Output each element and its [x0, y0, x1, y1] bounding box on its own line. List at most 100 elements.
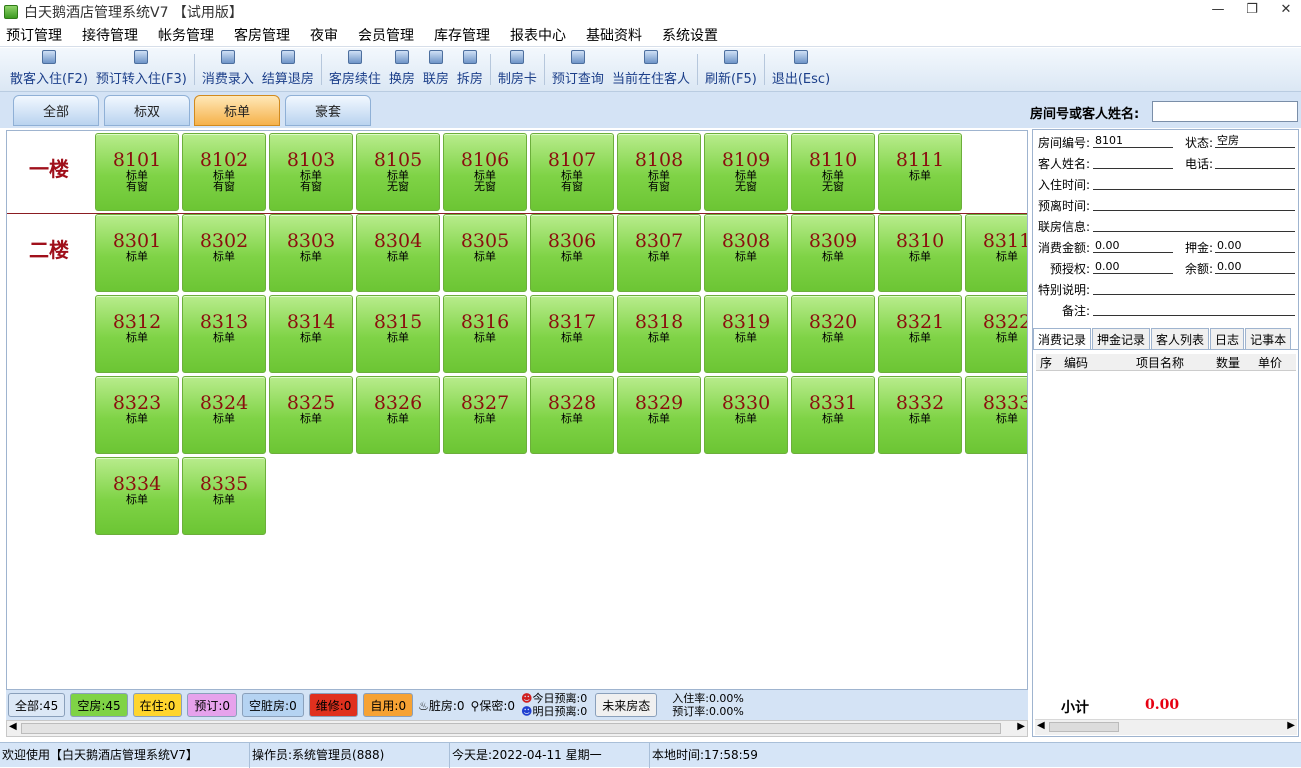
- room-tile[interactable]: 8103 标单 有窗: [269, 133, 353, 211]
- tab-log[interactable]: 日志: [1210, 328, 1245, 349]
- menu-item-reception[interactable]: 接待管理: [80, 25, 140, 45]
- room-tile[interactable]: 8335 标单: [182, 457, 266, 535]
- room-tile[interactable]: 8301 标单: [95, 214, 179, 292]
- count-all-button[interactable]: 全部:45: [8, 693, 66, 717]
- checkout-button[interactable]: 结算退房: [258, 48, 318, 91]
- menu-item-basic-data[interactable]: 基础资料: [584, 25, 644, 45]
- room-tile[interactable]: 8303 标单: [269, 214, 353, 292]
- room-tile[interactable]: 8108 标单 有窗: [617, 133, 701, 211]
- tab-deluxe-suite[interactable]: 豪套: [285, 95, 371, 126]
- future-status-button[interactable]: 未来房态: [595, 693, 658, 717]
- room-tile[interactable]: 8302 标单: [182, 214, 266, 292]
- records-horizontal-scrollbar[interactable]: ◀ ▶: [1035, 719, 1297, 735]
- scroll-right-icon[interactable]: ▶: [1017, 721, 1025, 732]
- menu-item-settings[interactable]: 系统设置: [660, 25, 720, 45]
- room-tile[interactable]: 8322 标单: [965, 295, 1027, 373]
- tab-standard-double[interactable]: 标双: [104, 95, 190, 126]
- room-tile[interactable]: 8306 标单: [530, 214, 614, 292]
- booking-to-checkin-button[interactable]: 预订转入住(F3): [92, 48, 191, 91]
- room-tile[interactable]: 8307 标单: [617, 214, 701, 292]
- room-tile[interactable]: 8309 标单: [791, 214, 875, 292]
- tab-consumption-records[interactable]: 消费记录: [1033, 328, 1092, 349]
- room-tile[interactable]: 8326 标单: [356, 376, 440, 454]
- booking-query-button[interactable]: 预订查询: [548, 48, 608, 91]
- menu-item-reports[interactable]: 报表中心: [508, 25, 568, 45]
- room-tile[interactable]: 8312 标单: [95, 295, 179, 373]
- column-header[interactable]: 编码: [1058, 354, 1116, 370]
- scrollbar-thumb[interactable]: [21, 723, 1001, 734]
- room-tile[interactable]: 8106 标单 无窗: [443, 133, 527, 211]
- room-tile[interactable]: 8324 标单: [182, 376, 266, 454]
- count-maintenance-button[interactable]: 维修:0: [308, 693, 359, 717]
- room-tile[interactable]: 8319 标单: [704, 295, 788, 373]
- column-header[interactable]: 项目名称: [1116, 354, 1216, 370]
- room-tile[interactable]: 8317 标单: [530, 295, 614, 373]
- room-tile[interactable]: 8313 标单: [182, 295, 266, 373]
- room-tile[interactable]: 8107 标单 有窗: [530, 133, 614, 211]
- count-vacant-dirty-button[interactable]: 空脏房:0: [242, 693, 304, 717]
- room-tile[interactable]: 8334 标单: [95, 457, 179, 535]
- minimize-icon[interactable]: —: [1209, 2, 1227, 17]
- room-tile[interactable]: 8316 标单: [443, 295, 527, 373]
- room-tile[interactable]: 8105 标单 无窗: [356, 133, 440, 211]
- current-guests-button[interactable]: 当前在住客人: [608, 48, 694, 91]
- room-tile[interactable]: 8328 标单: [530, 376, 614, 454]
- change-room-button[interactable]: 换房: [385, 48, 419, 91]
- count-self-use-button[interactable]: 自用:0: [363, 693, 414, 717]
- room-tile[interactable]: 8321 标单: [878, 295, 962, 373]
- board-horizontal-scrollbar[interactable]: ◀ ▶: [6, 720, 1028, 737]
- tab-all[interactable]: 全部: [13, 95, 99, 126]
- scroll-left-icon[interactable]: ◀: [1037, 720, 1045, 731]
- room-tile[interactable]: 8325 标单: [269, 376, 353, 454]
- room-tile[interactable]: 8305 标单: [443, 214, 527, 292]
- tab-notepad[interactable]: 记事本: [1245, 328, 1292, 349]
- room-tile[interactable]: 8332 标单: [878, 376, 962, 454]
- count-reserved-button[interactable]: 预订:0: [187, 693, 238, 717]
- room-tile[interactable]: 8320 标单: [791, 295, 875, 373]
- room-tile[interactable]: 8111 标单: [878, 133, 962, 211]
- exit-button[interactable]: 退出(Esc): [768, 48, 834, 91]
- count-occupied-button[interactable]: 在住:0: [132, 693, 183, 717]
- close-icon[interactable]: ✕: [1277, 2, 1295, 17]
- tab-standard-single[interactable]: 标单: [194, 95, 280, 126]
- menu-item-accounts[interactable]: 帐务管理: [156, 25, 216, 45]
- room-tile[interactable]: 8329 标单: [617, 376, 701, 454]
- count-vacant-button[interactable]: 空房:45: [70, 693, 128, 717]
- scroll-left-icon[interactable]: ◀: [9, 721, 17, 732]
- menu-item-members[interactable]: 会员管理: [356, 25, 416, 45]
- tab-guest-list[interactable]: 客人列表: [1151, 328, 1210, 349]
- column-header[interactable]: 序: [1036, 354, 1058, 370]
- room-tile[interactable]: 8308 标单: [704, 214, 788, 292]
- room-tile[interactable]: 8109 标单 无窗: [704, 133, 788, 211]
- split-room-button[interactable]: 拆房: [453, 48, 487, 91]
- room-tile[interactable]: 8101 标单 有窗: [95, 133, 179, 211]
- menu-item-inventory[interactable]: 库存管理: [432, 25, 492, 45]
- room-tile[interactable]: 8102 标单 有窗: [182, 133, 266, 211]
- extend-stay-button[interactable]: 客房续住: [325, 48, 385, 91]
- menu-item-rooms[interactable]: 客房管理: [232, 25, 292, 45]
- column-header[interactable]: 单价: [1258, 354, 1296, 370]
- make-room-card-button[interactable]: 制房卡: [494, 48, 541, 91]
- refresh-button[interactable]: 刷新(F5): [701, 48, 761, 91]
- column-header[interactable]: 数量: [1216, 354, 1258, 370]
- scroll-right-icon[interactable]: ▶: [1287, 720, 1295, 731]
- menu-item-night-audit[interactable]: 夜审: [308, 25, 340, 45]
- scrollbar-thumb[interactable]: [1049, 722, 1119, 732]
- restore-icon[interactable]: ❐: [1243, 2, 1261, 17]
- room-tile[interactable]: 8311 标单: [965, 214, 1027, 292]
- menu-item-booking[interactable]: 预订管理: [4, 25, 64, 45]
- room-tile[interactable]: 8323 标单: [95, 376, 179, 454]
- room-tile[interactable]: 8110 标单 无窗: [791, 133, 875, 211]
- room-tile[interactable]: 8318 标单: [617, 295, 701, 373]
- room-tile[interactable]: 8331 标单: [791, 376, 875, 454]
- tab-deposit-records[interactable]: 押金记录: [1092, 328, 1151, 349]
- room-tile[interactable]: 8314 标单: [269, 295, 353, 373]
- walk-in-checkin-button[interactable]: 散客入住(F2): [6, 48, 92, 91]
- search-input[interactable]: [1152, 101, 1298, 122]
- consume-entry-button[interactable]: 消费录入: [198, 48, 258, 91]
- room-tile[interactable]: 8333 标单: [965, 376, 1027, 454]
- link-room-button[interactable]: 联房: [419, 48, 453, 91]
- room-tile[interactable]: 8330 标单: [704, 376, 788, 454]
- room-tile[interactable]: 8315 标单: [356, 295, 440, 373]
- room-tile[interactable]: 8327 标单: [443, 376, 527, 454]
